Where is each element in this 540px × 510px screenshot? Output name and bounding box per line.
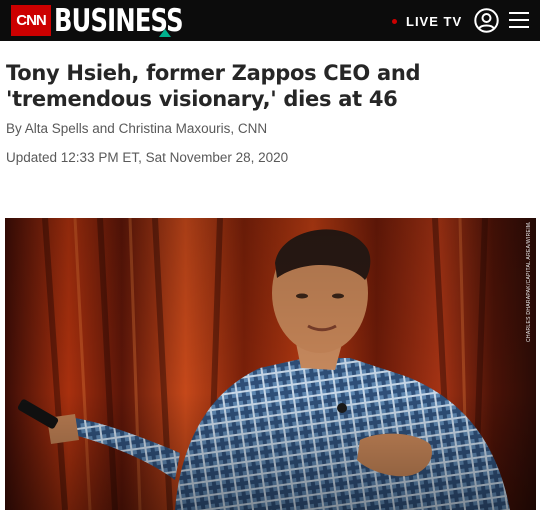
hamburger-menu-icon[interactable] (509, 11, 529, 29)
article-hero-image[interactable] (5, 218, 536, 510)
section-accent-triangle (159, 29, 171, 37)
updated-timestamp: Updated 12:33 PM ET, Sat November 28, 20… (6, 150, 289, 165)
photo-credit: CHARLES DHARAPAK/CAPITAL AREA/WIREIMAGE (526, 222, 532, 342)
user-account-icon[interactable] (474, 8, 499, 33)
live-tv-link[interactable]: LIVE TV (392, 11, 462, 31)
article-headline: Tony Hsieh, former Zappos CEO and 'treme… (6, 61, 421, 111)
cnn-logo-text: CNN (16, 12, 46, 29)
article-byline: By Alta Spells and Christina Maxouris, C… (6, 121, 268, 136)
live-tv-label: LIVE TV (406, 13, 463, 29)
cnn-logo[interactable]: CNN (11, 5, 51, 36)
top-navigation-bar: CNN BUSINESS LIVE TV (0, 0, 540, 41)
live-indicator-dot (392, 18, 397, 24)
